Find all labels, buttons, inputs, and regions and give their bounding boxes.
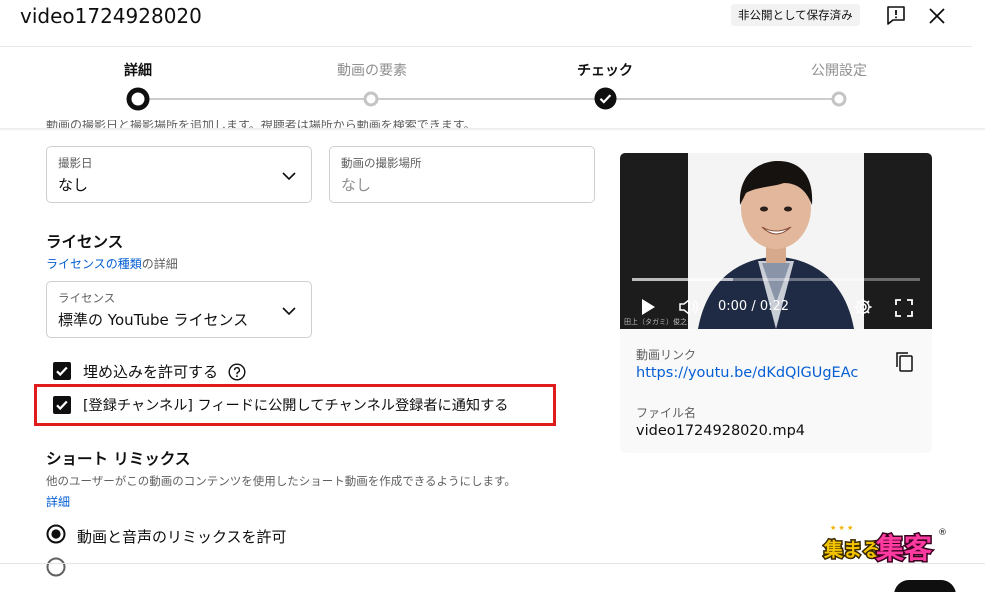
- recording-location-label: 動画の撮影場所: [341, 156, 422, 170]
- remix-audio-only-radio[interactable]: [46, 557, 66, 577]
- chevron-down-icon: [282, 172, 296, 181]
- step-video-elements[interactable]: 動画の要素: [312, 62, 432, 80]
- license-heading: ライセンス: [46, 233, 124, 251]
- step-pending-dot-icon[interactable]: [831, 91, 847, 107]
- recording-date-select[interactable]: 撮影日 なし: [46, 146, 312, 203]
- recording-location-placeholder: なし: [341, 176, 372, 194]
- notify-subscribers-checkbox[interactable]: [53, 396, 71, 414]
- remix-video-audio-label: 動画と音声のリミックスを許可: [77, 528, 287, 546]
- recording-location-input[interactable]: 動画の撮影場所 なし: [329, 146, 595, 203]
- video-info-card: 動画リンク https://youtu.be/dKdQlGUgEAc ファイル名…: [620, 329, 932, 453]
- upload-stepper: 詳細 動画の要素 チェック 公開設定: [0, 47, 985, 129]
- allow-embedding-label: 埋め込みを許可する: [83, 363, 219, 381]
- footer-divider: [0, 563, 985, 564]
- video-time: 0:00 / 0:22: [718, 299, 790, 314]
- volume-icon[interactable]: [678, 297, 700, 317]
- remix-video-audio-radio[interactable]: [46, 524, 66, 544]
- recording-date-label: 撮影日: [58, 156, 93, 170]
- video-buffer-fill: [632, 278, 733, 281]
- chevron-down-icon: [282, 307, 296, 316]
- play-icon[interactable]: [640, 298, 656, 316]
- brand-logo-icon: ★ ★ ★ 集まる 集客 ®: [822, 524, 948, 567]
- license-types-link[interactable]: ライセンスの種類: [46, 257, 142, 271]
- shorts-remix-details-link[interactable]: 詳細: [46, 493, 70, 510]
- video-title: video1724928020: [20, 4, 202, 28]
- video-link[interactable]: https://youtu.be/dKdQlGUgEAc: [636, 365, 858, 381]
- notify-subscribers-label: [登録チャンネル] フィードに公開してチャンネル登録者に通知する: [83, 398, 509, 414]
- license-details-text: ライセンスの種類の詳細: [46, 255, 178, 272]
- shorts-remix-description: 他のユーザーがこの動画のコンテンツを使用したショート動画を作成できるようにします…: [46, 474, 516, 488]
- video-progress-bar[interactable]: [632, 278, 920, 281]
- saved-status-badge: 非公開として保存済み: [731, 4, 860, 26]
- filename-label: ファイル名: [636, 406, 697, 420]
- license-select-label: ライセンス: [58, 291, 116, 305]
- shorts-remix-heading: ショート リミックス: [46, 450, 191, 468]
- svg-text:★ ★ ★: ★ ★ ★: [830, 524, 853, 532]
- allow-embedding-checkbox[interactable]: [53, 362, 71, 380]
- filename-value: video1724928020.mp4: [636, 423, 806, 439]
- brand-logo: ★ ★ ★ 集まる 集客 ®: [822, 523, 950, 567]
- help-icon[interactable]: [228, 363, 246, 381]
- close-icon[interactable]: [926, 5, 948, 27]
- next-button[interactable]: [894, 580, 956, 592]
- step-checks[interactable]: チェック: [545, 62, 665, 80]
- step-details[interactable]: 詳細: [78, 62, 198, 80]
- feedback-icon[interactable]: [885, 4, 907, 26]
- stepper-shadow: [0, 128, 985, 131]
- video-watermark: 田上（タガミ）俊之: [624, 318, 687, 326]
- license-select[interactable]: ライセンス 標準の YouTube ライセンス: [46, 281, 312, 338]
- step-pending-dot-icon[interactable]: [363, 91, 379, 107]
- step-visibility[interactable]: 公開設定: [779, 62, 899, 80]
- checkmark-icon: [56, 400, 68, 411]
- dialog-header: video1724928020 非公開として保存済み: [0, 0, 985, 46]
- checkmark-icon: [56, 366, 68, 377]
- license-select-value: 標準の YouTube ライセンス: [58, 311, 249, 329]
- fullscreen-icon[interactable]: [895, 299, 913, 317]
- step-done-check-icon[interactable]: [594, 87, 617, 110]
- recording-date-value: なし: [58, 176, 89, 194]
- svg-text:®: ®: [938, 528, 947, 538]
- svg-text:集まる: 集まる: [823, 538, 881, 561]
- video-preview-player[interactable]: 0:00 / 0:22 田上（タガミ）俊之: [620, 153, 932, 329]
- settings-gear-icon[interactable]: [853, 297, 873, 317]
- video-link-label: 動画リンク: [636, 348, 697, 362]
- svg-text:集客: 集客: [875, 532, 933, 563]
- step-current-dot-icon[interactable]: [126, 87, 150, 111]
- copy-icon[interactable]: [894, 351, 914, 373]
- license-details-suffix: の詳細: [141, 257, 178, 271]
